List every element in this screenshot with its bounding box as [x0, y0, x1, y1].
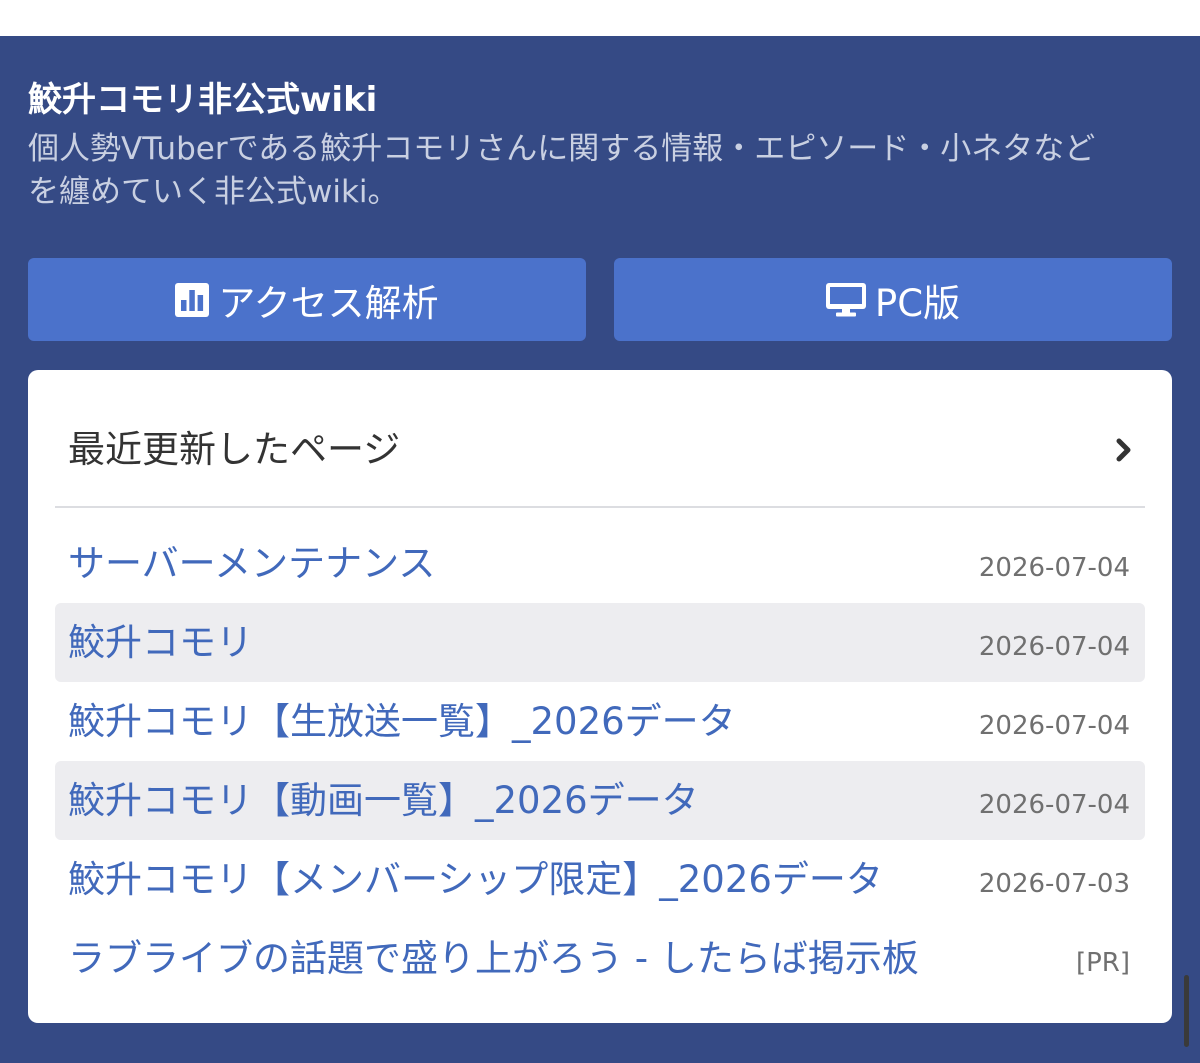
- recent-pages-list: サーバーメンテナンス 2026-07-04 鮫升コモリ 2026-07-04 鮫…: [55, 524, 1145, 998]
- pc-version-button[interactable]: PC版: [614, 258, 1172, 341]
- recent-page-link[interactable]: 鮫升コモリ【メンバーシップ限定】_2026データ: [68, 858, 883, 902]
- site-description: 個人勢VTuberである鮫升コモリさんに関する情報・エピソード・小ネタなど を纏…: [28, 128, 1178, 214]
- recent-page-link[interactable]: サーバーメンテナンス: [68, 542, 435, 586]
- recent-pages-card: 最近更新したページ サーバーメンテナンス 2026-07-04 鮫升コモリ 20…: [28, 370, 1172, 1023]
- ad-item[interactable]: ラブライブの話題で盛り上がろう - したらば掲示板 [PR]: [55, 919, 1145, 998]
- ad-link[interactable]: ラブライブの話題で盛り上がろう - したらば掲示板: [68, 937, 919, 981]
- recent-page-item[interactable]: 鮫升コモリ【生放送一覧】_2026データ 2026-07-04: [55, 682, 1145, 761]
- recent-page-item[interactable]: サーバーメンテナンス 2026-07-04: [55, 524, 1145, 603]
- site-description-line: を纏めていく非公式wiki。: [28, 174, 399, 210]
- recent-page-date: 2026-07-04: [978, 552, 1130, 583]
- bar-chart-icon: [175, 282, 210, 317]
- site-title[interactable]: 鮫升コモリ非公式wiki: [28, 78, 377, 122]
- recent-page-date: 2026-07-04: [978, 631, 1130, 662]
- recent-pages-heading: 最近更新したページ: [68, 428, 401, 471]
- ad-pr-tag: [PR]: [1075, 947, 1130, 978]
- recent-page-link[interactable]: 鮫升コモリ【生放送一覧】_2026データ: [68, 700, 736, 744]
- pc-version-label: PC版: [874, 281, 961, 325]
- scrollbar-thumb[interactable]: [1184, 975, 1189, 1047]
- wiki-header-section: 鮫升コモリ非公式wiki 個人勢VTuberである鮫升コモリさんに関する情報・エ…: [0, 36, 1200, 1063]
- chevron-right-icon[interactable]: [1113, 437, 1133, 463]
- recent-page-link[interactable]: 鮫升コモリ【動画一覧】_2026データ: [68, 779, 699, 823]
- header-divider: [55, 506, 1145, 508]
- recent-page-item[interactable]: 鮫升コモリ【メンバーシップ限定】_2026データ 2026-07-03: [55, 840, 1145, 919]
- recent-pages-header[interactable]: 最近更新したページ: [55, 370, 1145, 507]
- desktop-monitor-icon: [825, 282, 866, 317]
- access-analysis-label: アクセス解析: [218, 281, 439, 325]
- recent-page-date: 2026-07-04: [978, 789, 1130, 820]
- recent-page-date: 2026-07-04: [978, 710, 1130, 741]
- recent-page-link[interactable]: 鮫升コモリ: [68, 621, 253, 665]
- site-description-line: 個人勢VTuberである鮫升コモリさんに関する情報・エピソード・小ネタなど: [28, 131, 1096, 167]
- top-bar: [0, 0, 1200, 36]
- recent-page-item[interactable]: 鮫升コモリ 2026-07-04: [55, 603, 1145, 682]
- recent-page-item[interactable]: 鮫升コモリ【動画一覧】_2026データ 2026-07-04: [55, 761, 1145, 840]
- access-analysis-button[interactable]: アクセス解析: [28, 258, 586, 341]
- recent-page-date: 2026-07-03: [978, 868, 1130, 899]
